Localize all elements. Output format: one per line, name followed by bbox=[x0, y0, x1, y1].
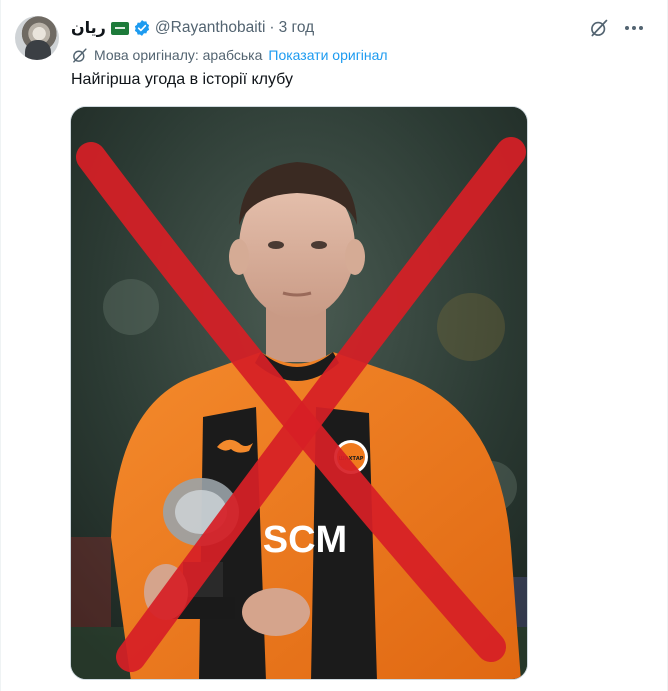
timestamp[interactable]: 3 год bbox=[279, 19, 315, 37]
translate-icon bbox=[73, 47, 87, 63]
verified-badge-icon[interactable] bbox=[133, 19, 151, 37]
user-handle[interactable]: @Rayanthobaiti bbox=[155, 19, 266, 37]
avatar[interactable] bbox=[15, 16, 59, 60]
separator-dot: · bbox=[269, 19, 275, 36]
grok-icon[interactable] bbox=[589, 18, 609, 38]
tweet-actions-top bbox=[589, 18, 645, 38]
translation-notice: Мова оригіналу: арабська Показати оригін… bbox=[71, 45, 388, 65]
tweet-header: ريان @Rayanthobaiti · 3 год bbox=[71, 17, 314, 39]
avatar-figure bbox=[25, 40, 51, 60]
saudi-flag-icon bbox=[110, 21, 129, 35]
tweet-text: Найгірша угода в історії клубу bbox=[71, 71, 293, 88]
show-original-link[interactable]: Показати оригінал bbox=[268, 47, 387, 63]
player-photo: ШАХТАР SCM bbox=[71, 107, 527, 679]
display-name[interactable]: ريان bbox=[71, 18, 106, 38]
tweet-media-image[interactable]: ШАХТАР SCM bbox=[70, 106, 528, 680]
original-language-label: Мова оригіналу: арабська bbox=[94, 47, 263, 63]
shirt-sponsor: SCM bbox=[263, 519, 347, 561]
tweet-card[interactable]: ريان @Rayanthobaiti · 3 год Мова оригіна… bbox=[0, 0, 668, 691]
more-icon[interactable] bbox=[623, 18, 645, 38]
